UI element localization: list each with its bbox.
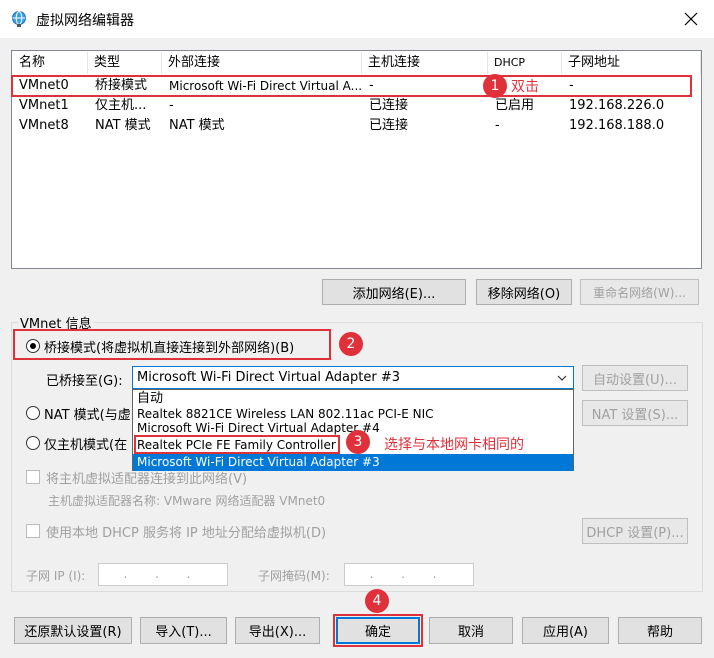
cell-external: - [169,98,174,113]
col-header-name[interactable]: 名称 [13,52,88,74]
use-dhcp-label: 使用本地 DHCP 服务将 IP 地址分配给虚拟机(D) [46,526,327,541]
annotation-highlight-ok [333,614,423,647]
import-button[interactable]: 导入(T)... [140,617,227,644]
globe-network-icon [10,10,28,28]
close-button[interactable] [676,6,706,32]
annotation-highlight-row [11,75,692,97]
col-header-host[interactable]: 主机连接 [362,52,488,74]
host-adapter-name: 主机虚拟适配器名称: VMware 网络适配器 VMnet0 [48,494,326,508]
dhcp-settings-button[interactable]: DHCP 设置(P)... [582,518,688,544]
annotation-highlight-bridged [13,329,331,360]
cell-name: VMnet8 [19,118,69,133]
table-row[interactable]: VMnet8 NAT 模式 NAT 模式 已连接 - 192.168.188.0 [13,116,701,136]
cell-dhcp: - [495,118,500,133]
cell-subnet: 192.168.188.0 [569,118,665,133]
annotation-step-1: 1 [483,74,507,98]
subnet-mask-label: 子网掩码(M): [258,569,330,583]
nat-label[interactable]: NAT 模式(与虚 [44,404,131,423]
table-row[interactable]: VMnet1 仅主机... - 已连接 已启用 192.168.226.0 [13,96,701,116]
cell-host: 已连接 [369,98,409,113]
remove-network-button[interactable]: 移除网络(O) [476,279,572,305]
col-header-type[interactable]: 类型 [88,52,162,74]
cell-type: 仅主机... [95,98,147,113]
cell-dhcp: 已启用 [495,98,535,113]
annotation-highlight-realtek [134,435,340,454]
bridged-to-value: Microsoft Wi-Fi Direct Virtual Adapter #… [137,370,400,385]
window-title: 虚拟网络编辑器 [36,13,134,29]
chevron-down-icon [557,375,567,381]
annotation-step-2: 2 [339,332,363,356]
bridged-to-label: 已桥接至(G): [46,374,123,389]
restore-defaults-button[interactable]: 还原默认设置(R) [14,617,132,644]
subnet-ip-label: 子网 IP (I): [26,569,86,583]
dropdown-option-auto[interactable]: 自动 [133,390,573,407]
use-dhcp-checkbox[interactable] [26,524,40,538]
rename-network-button[interactable]: 重命名网络(W)... [580,279,699,305]
annotation-step-4: 4 [365,589,389,613]
cell-external: NAT 模式 [169,118,225,133]
col-header-dhcp[interactable]: DHCP [488,52,562,74]
dropdown-option-realtek-8821ce[interactable]: Realtek 8821CE Wireless LAN 802.11ac PCI… [133,406,573,423]
cancel-button[interactable]: 取消 [429,617,513,644]
connect-host-adapter-label: 将主机虚拟适配器连接到此网络(V) [46,472,248,487]
add-network-button[interactable]: 添加网络(E)... [322,279,466,305]
help-button[interactable]: 帮助 [618,617,702,644]
annotation-step-3: 3 [346,430,370,454]
hostonly-radio[interactable] [26,436,40,450]
col-header-external[interactable]: 外部连接 [162,52,362,74]
nat-settings-button[interactable]: NAT 设置(S)... [582,400,688,426]
col-header-subnet[interactable]: 子网地址 [562,52,701,74]
annotation-text-1: 双击 [511,79,539,95]
close-icon [684,12,698,26]
annotation-text-3: 选择与本地网卡相同的 [384,437,524,453]
hostonly-label[interactable]: 仅主机模式(在 [44,434,127,453]
apply-button[interactable]: 应用(A) [522,617,609,644]
subnet-ip-input[interactable]: . . . [98,563,228,586]
nat-radio[interactable] [26,406,40,420]
export-button[interactable]: 导出(X)... [235,617,320,644]
cell-subnet: 192.168.226.0 [569,98,665,113]
connect-host-adapter-checkbox[interactable] [26,470,40,484]
auto-settings-button[interactable]: 自动设置(U)... [582,365,688,391]
cell-name: VMnet1 [19,98,69,113]
subnet-mask-input[interactable]: . . . [344,563,474,586]
cell-type: NAT 模式 [95,118,151,133]
bridged-to-select[interactable]: Microsoft Wi-Fi Direct Virtual Adapter #… [132,366,574,389]
cell-host: 已连接 [369,118,409,133]
